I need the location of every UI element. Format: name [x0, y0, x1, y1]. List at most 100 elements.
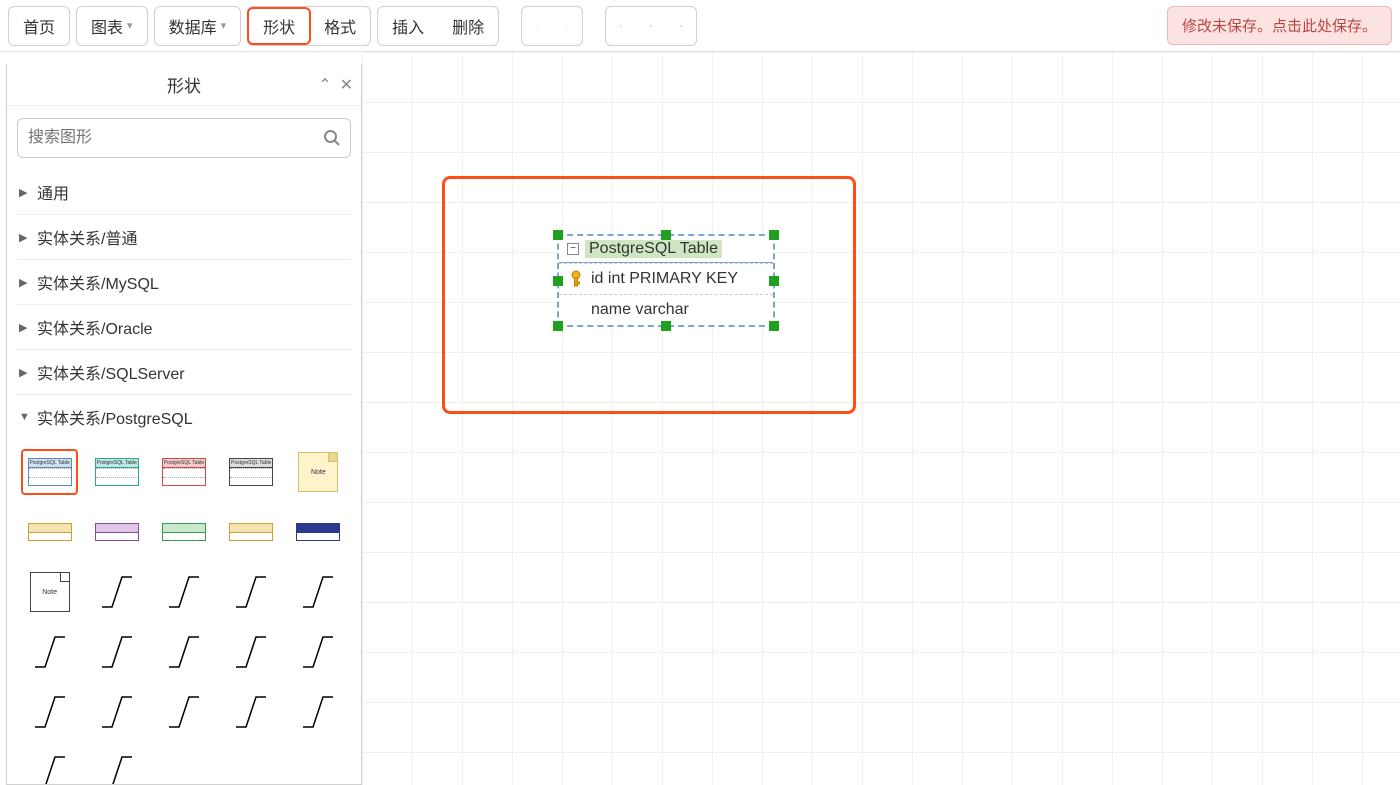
format-button[interactable]: 格式 [310, 7, 370, 45]
insert-label: 插入 [392, 14, 424, 38]
shape-thumb-connector[interactable] [223, 629, 280, 675]
shapes-panel: 形状 ⌃ ✕ ▶ 通用 ▶ 实体关系/普通 ▶ 实体关系/MySQL [6, 64, 362, 785]
undo-icon [536, 17, 538, 35]
database-button[interactable]: 数据库 ▾ [154, 6, 242, 46]
format-label: 格式 [324, 14, 356, 38]
shape-thumb-connector[interactable] [290, 629, 347, 675]
close-icon[interactable]: ✕ [340, 75, 353, 95]
shape-thumb-connector[interactable] [290, 689, 347, 735]
view-group [605, 6, 697, 46]
shape-thumb-connector[interactable] [21, 749, 78, 784]
shape-thumb-table-teal[interactable]: PostgreSQL Table [88, 449, 145, 495]
shape-thumb-header-green[interactable] [155, 509, 212, 555]
category-label: 实体关系/PostgreSQL [37, 405, 193, 429]
home-button[interactable]: 首页 [8, 6, 70, 46]
category-er-general: ▶ 实体关系/普通 [17, 215, 351, 260]
panel-body: ▶ 通用 ▶ 实体关系/普通 ▶ 实体关系/MySQL ▶ 实体关系/Oracle ▶ 实… [7, 106, 361, 784]
shape-thumb-connector[interactable] [21, 689, 78, 735]
chevron-down-icon: ▾ [221, 19, 227, 32]
category-header[interactable]: ▶ 通用 [17, 170, 351, 214]
triangle-right-icon: ▶ [19, 276, 31, 289]
key-icon [569, 270, 583, 288]
save-status-text: 修改未保存。点击此处保存。 [1182, 18, 1377, 35]
triangle-down-icon: ▼ [19, 411, 31, 423]
shape-thumb-connector[interactable] [155, 569, 212, 615]
shape-thumb-header-yellow2[interactable] [223, 509, 280, 555]
category-general: ▶ 通用 [17, 170, 351, 215]
table-row-text: name varchar [591, 301, 689, 319]
triangle-right-icon: ▶ [19, 186, 31, 199]
shape-button[interactable]: 形状 [247, 7, 311, 45]
table-node-title: PostgreSQL Table [585, 240, 722, 258]
shape-thumb-table-blue[interactable]: PostgreSQL Table [21, 449, 78, 495]
canvas[interactable]: − PostgreSQL Table id int PRIMARY KEY na… [362, 52, 1400, 785]
shape-thumb-table-dark[interactable]: PostgreSQL Table [223, 449, 280, 495]
shape-thumb-table-red[interactable]: PostgreSQL Table [155, 449, 212, 495]
delete-button[interactable]: 删除 [438, 7, 498, 45]
table-node-header[interactable]: − PostgreSQL Table [559, 236, 773, 263]
table-row[interactable]: id int PRIMARY KEY [559, 263, 773, 294]
resize-handle-sw[interactable] [553, 321, 563, 331]
resize-handle-ne[interactable] [769, 230, 779, 240]
search-icon [323, 129, 341, 147]
database-label: 数据库 [169, 14, 217, 38]
shape-thumb-note-yellow[interactable]: Note [290, 449, 347, 495]
zoom-in-button[interactable] [636, 7, 666, 45]
triangle-right-icon: ▶ [19, 321, 31, 334]
fullscreen-button[interactable] [606, 7, 636, 45]
chart-button[interactable]: 图表▾ [76, 6, 148, 46]
category-header[interactable]: ▶ 实体关系/SQLServer [17, 350, 351, 394]
shape-thumb-connector[interactable] [290, 569, 347, 615]
resize-handle-e[interactable] [769, 276, 779, 286]
shape-thumb-header-navy[interactable] [290, 509, 347, 555]
chart-label: 图表 [91, 14, 123, 38]
insert-delete-group: 插入 删除 [377, 6, 499, 46]
shape-thumb-connector[interactable] [223, 569, 280, 615]
undo-button[interactable] [522, 7, 552, 45]
category-er-postgresql: ▼ 实体关系/PostgreSQL PostgreSQL Table Postgr… [17, 395, 351, 784]
zoom-out-icon [680, 14, 682, 38]
search-input[interactable] [17, 118, 351, 158]
redo-button[interactable] [552, 7, 582, 45]
collapse-icon[interactable]: ⌃ [318, 75, 331, 95]
insert-button[interactable]: 插入 [378, 7, 438, 45]
panel-title: 形状 [7, 72, 361, 97]
category-header[interactable]: ▶ 实体关系/Oracle [17, 305, 351, 349]
zoom-in-icon [650, 14, 652, 38]
shape-thumb-note-plain[interactable]: Note [21, 569, 78, 615]
resize-handle-nw[interactable] [553, 230, 563, 240]
category-header[interactable]: ▼ 实体关系/PostgreSQL [17, 395, 351, 439]
category-header[interactable]: ▶ 实体关系/普通 [17, 215, 351, 259]
triangle-right-icon: ▶ [19, 231, 31, 244]
shape-thumb-connector[interactable] [223, 689, 280, 735]
undo-redo-group [521, 6, 583, 46]
collapse-box-icon[interactable]: − [567, 243, 579, 255]
category-label: 实体关系/SQLServer [37, 360, 185, 384]
category-label: 通用 [37, 180, 69, 204]
search-wrap [17, 118, 351, 158]
shape-thumb-header-yellow[interactable] [21, 509, 78, 555]
resize-handle-se[interactable] [769, 321, 779, 331]
panel-titlebar: 形状 ⌃ ✕ [7, 64, 361, 106]
redo-icon [566, 17, 568, 35]
shape-thumb-connector[interactable] [88, 569, 145, 615]
shape-thumb-connector[interactable] [155, 689, 212, 735]
shape-thumb-connector[interactable] [88, 689, 145, 735]
shape-thumb-header-purple[interactable] [88, 509, 145, 555]
shape-thumb-connector[interactable] [88, 629, 145, 675]
resize-handle-w[interactable] [553, 276, 563, 286]
category-label: 实体关系/Oracle [37, 315, 153, 339]
shape-thumb-connector[interactable] [88, 749, 145, 784]
shape-thumb-connector[interactable] [155, 629, 212, 675]
category-label: 实体关系/MySQL [37, 270, 159, 294]
resize-handle-s[interactable] [661, 321, 671, 331]
category-label: 实体关系/普通 [37, 225, 137, 249]
category-header[interactable]: ▶ 实体关系/MySQL [17, 260, 351, 304]
triangle-right-icon: ▶ [19, 366, 31, 379]
fullscreen-icon [620, 15, 622, 37]
save-status[interactable]: 修改未保存。点击此处保存。 [1167, 6, 1392, 45]
table-node[interactable]: − PostgreSQL Table id int PRIMARY KEY na… [557, 234, 775, 327]
zoom-out-button[interactable] [666, 7, 696, 45]
resize-handle-n[interactable] [661, 230, 671, 240]
shape-thumb-connector[interactable] [21, 629, 78, 675]
